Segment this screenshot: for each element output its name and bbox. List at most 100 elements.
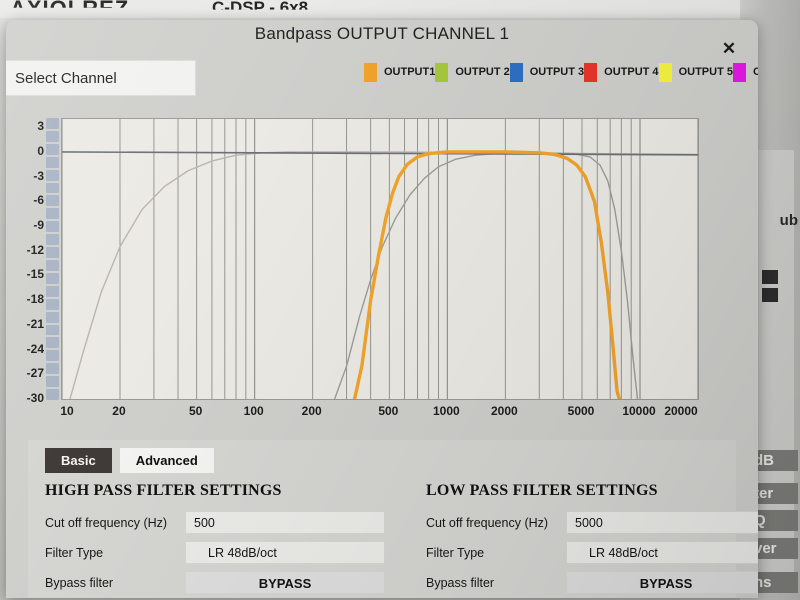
legend-swatch-icon — [584, 62, 598, 82]
low-pass-bypass-row: Bypass filter BYPASS — [426, 571, 758, 594]
scale-slider-segment[interactable] — [46, 389, 59, 400]
scale-slider-segment[interactable] — [46, 363, 59, 375]
scale-slider-segment[interactable] — [46, 247, 59, 258]
chart-series-background-response-high — [333, 152, 639, 399]
legend-label: OUTPUT 3 — [529, 66, 585, 78]
close-icon[interactable]: ✕ — [718, 38, 740, 60]
scale-slider-segment[interactable] — [46, 234, 59, 246]
x-tick-label: 100 — [243, 404, 264, 418]
y-tick-label: -9 — [33, 218, 44, 233]
backdrop-label-db-top: ub — [779, 212, 798, 229]
legend-label: OUTPUT 6 — [752, 66, 758, 78]
y-tick-label: -3 — [33, 168, 44, 183]
scale-slider-segment[interactable] — [46, 324, 59, 336]
bandpass-dialog: Bandpass OUTPUT CHANNEL 1 ✕ Select Chann… — [6, 20, 758, 598]
low-pass-filter-section: LOW PASS FILTER SETTINGS Cut off frequen… — [426, 482, 758, 598]
tab-advanced[interactable]: Advanced — [119, 448, 214, 473]
scale-slider-segment[interactable] — [46, 208, 59, 220]
scale-slider-segment[interactable] — [46, 298, 59, 310]
high-pass-type-select[interactable]: LR 48dB/oct — [185, 541, 385, 564]
y-axis: 3 0 -3 -6 -9 -12 -15 -18 -21 -24 -27 -30 — [6, 116, 46, 405]
x-tick-label: 1000 — [432, 404, 460, 418]
tab-basic[interactable]: Basic — [45, 448, 112, 473]
y-tick-label: -12 — [26, 242, 44, 257]
chart-svg — [62, 119, 698, 399]
legend-item-5[interactable]: OUTPUT 5 — [658, 62, 733, 82]
x-tick-label: 5000 — [567, 404, 595, 418]
scale-slider-segment[interactable] — [46, 195, 59, 207]
x-tick-label: 200 — [301, 404, 322, 418]
x-tick-label: 20 — [112, 404, 126, 418]
y-axis-scale-slider[interactable] — [46, 118, 59, 400]
legend-label: OUTPUT 2 — [455, 66, 510, 78]
low-pass-bypass-button[interactable]: BYPASS — [566, 571, 758, 594]
scale-slider-segment[interactable] — [46, 350, 59, 362]
scale-slider-segment[interactable] — [46, 182, 59, 194]
settings-tabs: Basic Advanced — [45, 448, 214, 473]
legend-item-2[interactable]: OUTPUT 2 — [435, 62, 510, 82]
backdrop-block-a — [762, 270, 778, 284]
low-pass-type-select[interactable]: LR 48dB/oct — [566, 541, 758, 564]
low-pass-cutoff-row: Cut off frequency (Hz) 5000 — [426, 511, 758, 534]
legend-swatch-icon — [364, 62, 377, 82]
legend-item-1[interactable]: OUTPUT1 — [364, 62, 435, 82]
x-tick-label: 50 — [188, 404, 203, 418]
y-tick-label: -30 — [26, 391, 44, 405]
legend-swatch-icon — [732, 62, 746, 82]
legend-item-4[interactable]: OUTPUT 4 — [584, 62, 659, 82]
scale-slider-segment[interactable] — [46, 156, 59, 168]
low-pass-cutoff-input[interactable]: 5000 — [566, 511, 758, 534]
scale-slider-segment[interactable] — [46, 311, 59, 323]
scale-slider-segment[interactable] — [46, 130, 59, 142]
high-pass-bypass-row: Bypass filter BYPASS — [45, 571, 385, 594]
plot-area[interactable] — [61, 118, 699, 400]
scale-slider-segment[interactable] — [46, 337, 59, 349]
low-pass-type-label: Filter Type — [426, 545, 485, 560]
high-pass-cutoff-label: Cut off frequency (Hz) — [45, 515, 168, 530]
scale-slider-segment[interactable] — [46, 259, 59, 271]
scale-slider-segment[interactable] — [46, 118, 59, 129]
frequency-response-chart: 3 0 -3 -6 -9 -12 -15 -18 -21 -24 -27 -30 10 20 50 100 2… — [6, 116, 758, 441]
legend-label: OUTPUT 5 — [678, 66, 733, 78]
dialog-title: Bandpass OUTPUT CHANNEL 1 — [254, 24, 510, 43]
high-pass-cutoff-row: Cut off frequency (Hz) 500 — [45, 511, 385, 534]
scale-slider-segment[interactable] — [46, 376, 59, 388]
legend-label: OUTPUT 4 — [604, 66, 659, 78]
scale-slider-segment[interactable] — [46, 285, 59, 297]
low-pass-bypass-label: Bypass filter — [426, 575, 495, 590]
chart-series-OUTPUT1 — [352, 150, 621, 399]
y-tick-label: -24 — [26, 341, 44, 356]
low-pass-type-row: Filter Type LR 48dB/oct — [426, 541, 758, 564]
high-pass-type-label: Filter Type — [45, 545, 104, 560]
scale-slider-segment[interactable] — [46, 221, 59, 233]
y-tick-label: 0 — [37, 143, 44, 158]
x-tick-label: 10000 — [622, 404, 656, 418]
y-tick-label: -18 — [26, 292, 44, 307]
y-tick-label: -21 — [26, 316, 44, 331]
filter-settings-panel: Basic Advanced HIGH PASS FILTER SETTINGS… — [28, 440, 758, 598]
legend-item-3[interactable]: OUTPUT 3 — [509, 62, 585, 82]
select-channel-dropdown[interactable]: Select Channel — [6, 60, 196, 96]
legend-swatch-icon — [658, 62, 672, 82]
output-legend: OUTPUT1 OUTPUT 2 OUTPUT 3 OUTPUT 4 OUTPUT 5 O… — [364, 58, 758, 114]
chart-series-background-response-low — [69, 151, 698, 399]
x-tick-label: 10 — [60, 404, 74, 418]
dialog-title-bar: Bandpass OUTPUT CHANNEL 1 ✕ — [6, 20, 758, 58]
x-tick-label: 20000 — [664, 404, 698, 418]
low-pass-cutoff-label: Cut off frequency (Hz) — [426, 515, 549, 530]
high-pass-bypass-button[interactable]: BYPASS — [185, 571, 385, 594]
x-tick-label: 2000 — [490, 404, 518, 418]
dialog-top-row: Select Channel OUTPUT1 OUTPUT 2 OUTPUT 3 OU… — [6, 58, 758, 116]
scale-slider-segment[interactable] — [46, 169, 59, 181]
legend-swatch-icon — [435, 62, 449, 82]
high-pass-cutoff-input[interactable]: 500 — [185, 511, 385, 534]
y-tick-label: 3 — [37, 119, 44, 134]
scale-slider-segment[interactable] — [46, 143, 59, 155]
x-tick-label: 500 — [378, 404, 399, 418]
scale-slider-segment[interactable] — [46, 272, 59, 284]
legend-item-6[interactable]: OUTPUT 6 — [732, 62, 758, 82]
high-pass-filter-section: HIGH PASS FILTER SETTINGS Cut off freque… — [45, 482, 385, 598]
high-pass-bypass-label: Bypass filter — [45, 575, 114, 590]
y-tick-label: -6 — [33, 193, 44, 208]
x-axis: 10 20 50 100 200 500 1000 2000 5000 10000 20000 — [60, 404, 699, 426]
